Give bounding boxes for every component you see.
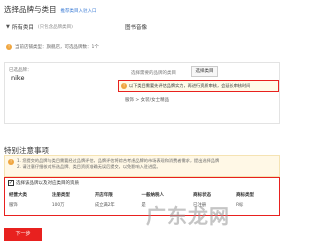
table-row: 服饰 100万 成立满2年 是 已注册 R标 — [7, 200, 277, 210]
table-cell: 100万 — [51, 203, 65, 208]
table-header: 开店年限 — [94, 193, 113, 198]
table-header: 注册类型 — [51, 193, 70, 198]
check-icon[interactable]: ✓ — [8, 180, 14, 186]
selected-brand-label: 已选品牌： — [9, 68, 32, 73]
brand-category-selection-panel: 已选品牌： nike 选择需要的品牌的类目 选择类目 ! 以下类目需要先评估品牌… — [4, 62, 280, 124]
qualification-table: 经营大类 注册类型 开店年限 一般纳税人 商标状态 商标类型 服饰 100万 成… — [7, 190, 277, 210]
current-store-info: ! 当前店铺类型：旗舰店，可选品牌数：1个 — [6, 44, 99, 50]
watermark: 广东龙网 — [146, 204, 230, 228]
books-category-option[interactable]: 图书音像 — [125, 23, 147, 31]
table-cell: 成立满2年 — [94, 203, 115, 208]
notice-line-2: 2. 请注意仔细核对所选品牌、类目资质准确无误后提交，以免影响入驻进度。 — [17, 164, 161, 169]
table-header: 一般纳税人 — [141, 193, 164, 198]
all-categories-label: 所有类目 — [11, 25, 34, 31]
all-categories-selector[interactable]: ▼ 所有类目 (只包含品牌类目) — [6, 23, 73, 31]
caret-down-icon: ▼ — [6, 24, 10, 30]
special-notice: ! 1. 您提交的品牌与类目需要经过品牌评估，品牌评估将综合考虑品牌的市场表现和… — [4, 155, 280, 177]
notice-info-icon: ! — [8, 159, 14, 165]
brand-category-hint: (只包含品牌类目) — [37, 25, 73, 30]
table-header: 商标类型 — [236, 193, 255, 198]
section-header: 选择品牌与类目 推荐类目入驻入口 — [4, 4, 97, 15]
table-cell: R标 — [236, 203, 244, 208]
category-breadcrumb: 服饰 > 女装/女士精品 — [125, 98, 170, 103]
next-step-button[interactable]: 下一步 — [4, 228, 42, 241]
table-header: 商标状态 — [193, 193, 212, 198]
table-cell: 服饰 — [9, 203, 18, 208]
current-store-info-text: 当前店铺类型：旗舰店，可选品牌数：1个 — [15, 45, 99, 50]
info-icon: ! — [6, 44, 12, 50]
category-warning-text: 以下类目需要先评估品牌实力，再进行资质审核，会延长审核时间 — [129, 83, 251, 88]
page-title: 选择品牌与类目 — [4, 5, 57, 14]
selected-brand-value[interactable]: nike — [11, 74, 24, 82]
qualification-checkbox-row[interactable]: ✓ 选择该品牌以及对应类目的资质 — [8, 180, 79, 186]
category-warning: ! 以下类目需要先评估品牌实力，再进行资质审核，会延长审核时间 — [118, 80, 279, 92]
table-header: 经营大类 — [9, 193, 27, 198]
table-header-row: 经营大类 注册类型 开店年限 一般纳税人 商标状态 商标类型 — [7, 190, 277, 200]
warning-icon: ! — [121, 83, 127, 89]
qualification-checkbox-label: 选择该品牌以及对应类目的资质 — [16, 181, 79, 186]
qualification-table-panel: ✓ 选择该品牌以及对应类目的资质 经营大类 注册类型 开店年限 一般纳税人 商标… — [4, 177, 280, 216]
select-category-button[interactable]: 选择类目 — [191, 66, 218, 77]
recommend-category-link[interactable]: 推荐类目入驻入口 — [61, 8, 97, 14]
choose-category-label: 选择需要的品牌的类目 — [131, 71, 176, 76]
